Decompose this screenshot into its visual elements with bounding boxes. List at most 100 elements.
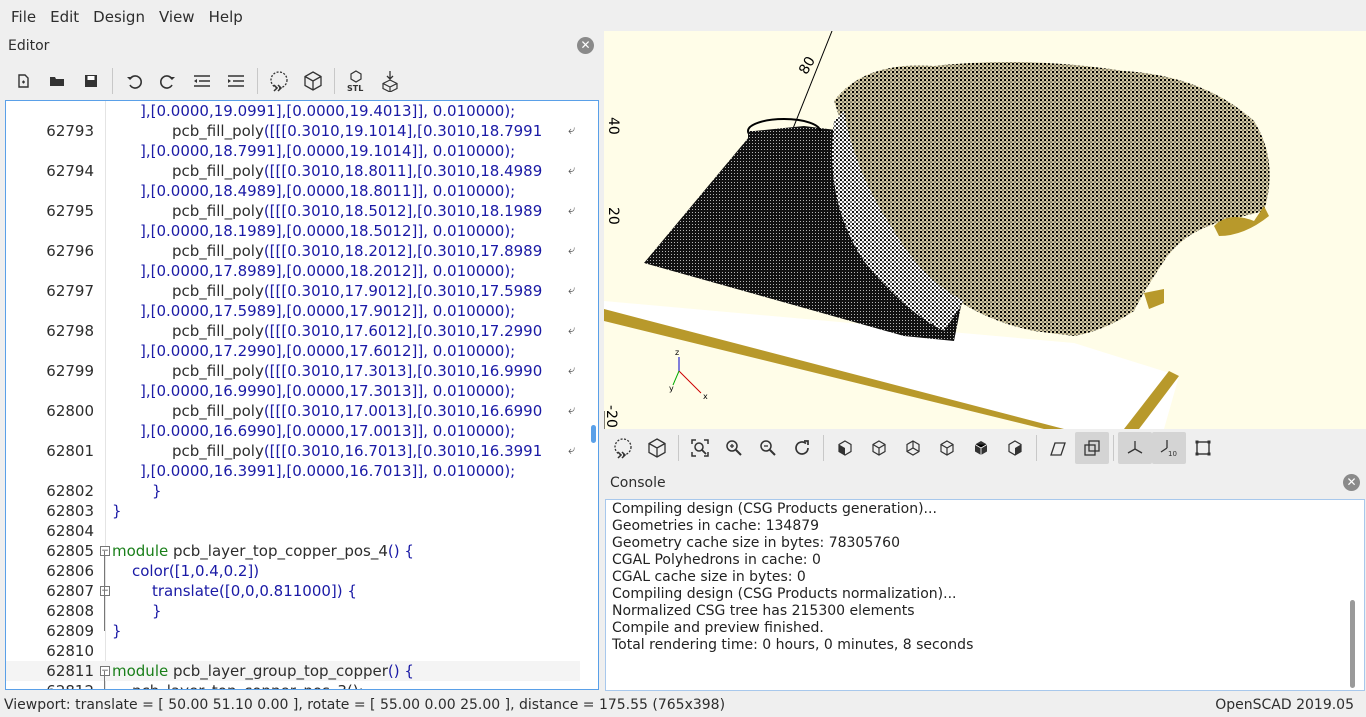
code-line[interactable]: ],[0.0000,16.9990],[0.0000,17.3013]], 0.… <box>6 381 580 401</box>
fold-guide <box>104 671 105 689</box>
view-bottom-button[interactable] <box>896 432 930 464</box>
console-output[interactable]: Compiling design (CSG Products generatio… <box>605 499 1365 691</box>
code-line[interactable]: ],[0.0000,19.0991],[0.0000,19.4013]], 0.… <box>6 101 580 121</box>
editor-scrollbar-thumb[interactable] <box>591 425 596 443</box>
code-line[interactable]: 62808} <box>6 601 580 621</box>
line-wrap-icon: ⤶ <box>568 163 576 178</box>
menu-help[interactable]: Help <box>202 0 250 34</box>
console-close-button[interactable]: ✕ <box>1343 474 1360 491</box>
code-line[interactable]: 62801 pcb_fill_poly([[[0.3010,16.7013],[0… <box>6 441 580 461</box>
menu-file[interactable]: File <box>4 0 43 34</box>
open-file-button[interactable] <box>40 65 74 97</box>
perspective-button[interactable] <box>1041 432 1075 464</box>
code-line[interactable]: 62796 pcb_fill_poly([[[0.3010,18.2012],[0… <box>6 241 580 261</box>
show-edges-icon <box>1195 440 1211 456</box>
fold-marker-icon[interactable]: − <box>100 586 110 596</box>
zoom-out-button[interactable] <box>751 432 785 464</box>
code-line[interactable]: ],[0.0000,17.2990],[0.0000,17.6012]], 0.… <box>6 341 580 361</box>
code-editor[interactable]: ],[0.0000,19.0991],[0.0000,19.4013]], 0.… <box>5 100 599 690</box>
code-line[interactable]: 62812 pcb_layer_top_copper_pos_3(); <box>6 681 580 689</box>
orthogonal-button[interactable] <box>1075 432 1109 464</box>
redo-button[interactable] <box>151 65 185 97</box>
indent-button[interactable] <box>219 65 253 97</box>
code-line[interactable]: ],[0.0000,17.5989],[0.0000,17.9012]], 0.… <box>6 301 580 321</box>
view-top-button[interactable] <box>862 432 896 464</box>
show-scale-markers-button[interactable]: 10 <box>1152 432 1186 464</box>
view-right-button[interactable] <box>828 432 862 464</box>
code-line[interactable]: ],[0.0000,17.8989],[0.0000,18.2012]], 0.… <box>6 261 580 281</box>
menu-file-label: File <box>11 8 37 26</box>
code-line[interactable]: 62794 pcb_fill_poly([[[0.3010,18.8011],[0… <box>6 161 580 181</box>
console-scrollbar-thumb[interactable] <box>1350 600 1355 688</box>
close-icon: ✕ <box>580 38 591 52</box>
new-file-button[interactable] <box>6 65 40 97</box>
view-left-button[interactable] <box>930 432 964 464</box>
open-file-icon <box>50 77 64 86</box>
code-line[interactable]: 62811−module pcb_layer_group_top_copper(… <box>6 661 580 681</box>
editor-scrollbar[interactable] <box>590 101 598 689</box>
export-stl-button[interactable]: STL <box>339 65 373 97</box>
console-title: Console <box>610 475 666 491</box>
view-back-button[interactable] <box>998 432 1032 464</box>
reset-view-button[interactable] <box>785 432 819 464</box>
unindent-button[interactable] <box>185 65 219 97</box>
code-line[interactable]: ],[0.0000,16.6990],[0.0000,17.0013]], 0.… <box>6 421 580 441</box>
code-line[interactable]: 62809} <box>6 621 580 641</box>
code-line[interactable]: 62810 <box>6 641 580 661</box>
reset-view-icon <box>795 440 809 455</box>
code-token: ],[0.0000,17.8989],[0.0000,18.2012]], 0.… <box>140 262 516 280</box>
code-token: pcb_fill_poly <box>172 362 264 380</box>
code-line[interactable]: 62805−module pcb_layer_top_copper_pos_4(… <box>6 541 580 561</box>
line-number: 62794 <box>46 162 94 180</box>
menu-edit[interactable]: Edit <box>43 0 86 34</box>
code-line[interactable]: 62793 pcb_fill_poly([[[0.3010,19.1014],[0… <box>6 121 580 141</box>
fold-marker-icon[interactable]: − <box>100 666 110 676</box>
code-line[interactable]: 62804 <box>6 521 580 541</box>
send-to-print-button[interactable] <box>373 65 407 97</box>
view-render-button[interactable] <box>640 432 674 464</box>
code-line[interactable]: 62799 pcb_fill_poly([[[0.3010,17.3013],[0… <box>6 361 580 381</box>
code-token: ],[0.0000,17.5989],[0.0000,17.9012]], 0.… <box>140 302 516 320</box>
code-line[interactable]: ],[0.0000,18.1989],[0.0000,18.5012]], 0.… <box>6 221 580 241</box>
editor-close-button[interactable]: ✕ <box>577 37 594 54</box>
code-token: pcb_fill_poly <box>172 122 264 140</box>
line-number: 62810 <box>46 642 94 660</box>
code-line[interactable]: ],[0.0000,18.4989],[0.0000,18.8011]], 0.… <box>6 181 580 201</box>
code-line[interactable]: 62803} <box>6 501 580 521</box>
zoom-out-icon <box>760 440 776 456</box>
view-preview-button[interactable] <box>606 432 640 464</box>
code-line[interactable]: ],[0.0000,18.7991],[0.0000,19.1014]], 0.… <box>6 141 580 161</box>
show-edges-button[interactable] <box>1186 432 1220 464</box>
menu-view[interactable]: View <box>152 0 202 34</box>
line-number: 62802 <box>46 482 94 500</box>
svg-text:10: 10 <box>1168 450 1177 457</box>
view-all-button[interactable] <box>683 432 717 464</box>
code-line[interactable]: 62798 pcb_fill_poly([[[0.3010,17.6012],[0… <box>6 321 580 341</box>
fold-marker-icon[interactable]: − <box>100 546 110 556</box>
code-line[interactable]: 62807− translate([0,0,0.811000]) { <box>6 581 580 601</box>
line-number: 62799 <box>46 362 94 380</box>
preview-button[interactable] <box>262 65 296 97</box>
code-line[interactable]: 62802} <box>6 481 580 501</box>
render-button[interactable] <box>296 65 330 97</box>
code-line[interactable]: 62797 pcb_fill_poly([[[0.3010,17.9012],[0… <box>6 281 580 301</box>
undo-button[interactable] <box>117 65 151 97</box>
toolbar-separator <box>1113 435 1114 461</box>
code-line[interactable]: 62806 color([1,0.4,0.2]) <box>6 561 580 581</box>
svg-text:y: y <box>669 384 674 393</box>
code-line[interactable]: 62795 pcb_fill_poly([[[0.3010,18.5012],[0… <box>6 201 580 221</box>
show-axes-button[interactable] <box>1118 432 1152 464</box>
save-button[interactable] <box>74 65 108 97</box>
code-token: ([[[0.3010,18.8011],[0.3010,18.4989 <box>263 162 543 180</box>
code-line[interactable]: ],[0.0000,16.3991],[0.0000,16.7013]], 0.… <box>6 461 580 481</box>
zoom-in-button[interactable] <box>717 432 751 464</box>
line-wrap-icon: ⤶ <box>568 443 576 458</box>
menu-design[interactable]: Design <box>86 0 152 34</box>
viewport-status: Viewport: translate = [ 50.00 51.10 0.00… <box>4 697 726 713</box>
view-front-button[interactable] <box>964 432 998 464</box>
code-text: pcb_fill_poly([[[0.3010,18.5012],[0.3010… <box>172 201 542 221</box>
3d-viewport[interactable]: 40 20 -20 80 z x y <box>604 31 1366 429</box>
code-token: ([[[0.3010,17.6012],[0.3010,17.2990 <box>263 322 543 340</box>
code-line[interactable]: 62800 pcb_fill_poly([[[0.3010,17.0013],[0… <box>6 401 580 421</box>
line-wrap-icon: ⤶ <box>568 323 576 338</box>
